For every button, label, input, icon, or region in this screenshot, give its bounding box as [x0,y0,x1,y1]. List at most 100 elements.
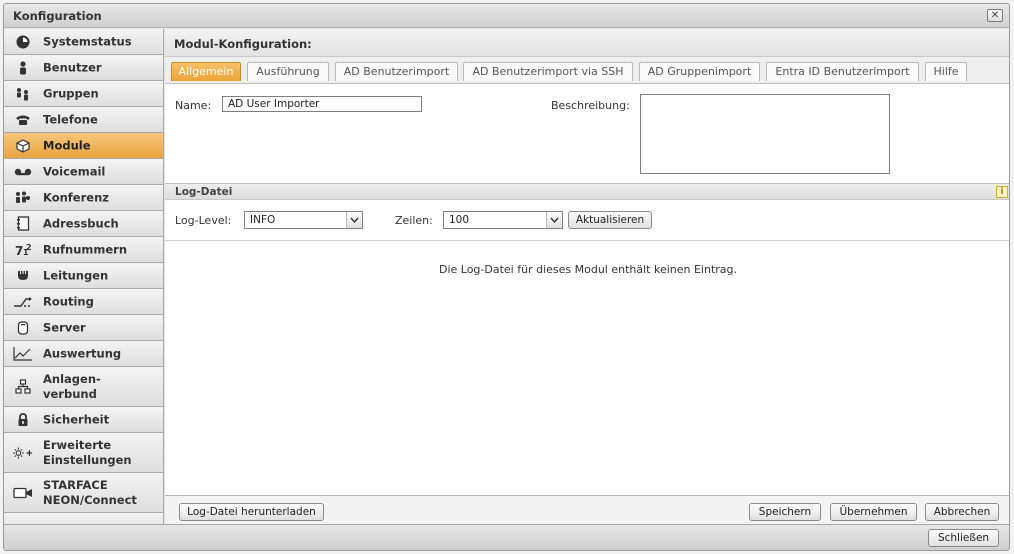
log-level-label: Log-Level: [175,214,232,227]
tab-ad-benutzerimport[interactable]: AD Benutzerimport [335,62,458,81]
lock-icon [13,412,33,428]
sidebar: Systemstatus Benutzer Gruppen Telefone M… [4,29,164,528]
sidebar-item-label-line1: Erweiterte [43,437,112,452]
window-title: Konfiguration [13,9,102,23]
sidebar-item-konferenz[interactable]: Konferenz [4,185,163,211]
cancel-button[interactable]: Abbrechen [925,503,999,521]
chevron-down-icon [346,212,362,228]
tab-allgemein[interactable]: Allgemein [171,62,241,81]
sidebar-item-label: Rufnummern [43,242,128,256]
sidebar-item-sicherheit[interactable]: Sicherheit [4,407,163,433]
tab-hilfe[interactable]: Hilfe [925,62,967,81]
sidebar-item-label: Server [43,320,86,334]
sidebar-item-label: Anlagen-verbund [43,372,101,402]
sidebar-item-systemstatus[interactable]: Systemstatus [4,29,163,55]
dashboard-icon [13,34,33,50]
lines-select[interactable]: 100 [443,211,563,229]
sidebar-item-label: Gruppen [43,86,99,100]
svg-text:2: 2 [26,243,32,252]
log-empty-message: Die Log-Datei für dieses Modul enthält k… [438,263,738,276]
log-level-value: INFO [250,214,276,226]
log-section-title: Log-Datei [175,186,233,198]
phone-icon [13,112,33,128]
tab-bar: Allgemein Ausführung AD Benutzerimport A… [165,57,1009,84]
sidebar-item-starface-neon[interactable]: STARFACE NEON/Connect [4,473,163,513]
sidebar-item-label-line1: Anlagen- [43,371,101,386]
sidebar-item-label: STARFACE NEON/Connect [43,478,137,508]
sidebar-item-label: Systemstatus [43,34,132,48]
description-label: Beschreibung: [551,99,630,112]
network-icon [13,379,33,395]
info-icon[interactable]: i [996,186,1008,198]
group-icon [13,86,33,102]
page-title: Modul-Konfiguration: [165,29,1009,57]
main-panel: Modul-Konfiguration: Allgemein Ausführun… [165,29,1009,524]
chevron-down-icon [546,212,562,228]
sidebar-item-label: Konferenz [43,190,109,204]
name-input[interactable]: AD User Importer [222,96,422,112]
apply-button[interactable]: Übernehmen [830,503,917,521]
log-section-header: Log-Datei i [165,183,1009,200]
settings-plus-icon [13,445,33,461]
routing-icon [13,294,33,310]
sidebar-item-benutzer[interactable]: Benutzer [4,55,163,81]
title-bar: Konfiguration ✕ [4,4,1009,28]
sidebar-item-erweiterte-einstellungen[interactable]: Erweiterte Einstellungen [4,433,163,473]
save-button[interactable]: Speichern [749,503,821,521]
sidebar-item-auswertung[interactable]: Auswertung [4,341,163,367]
window-close-button[interactable]: ✕ [987,9,1003,22]
tab-ad-gruppenimport[interactable]: AD Gruppenimport [639,62,760,81]
sidebar-item-label: Adressbuch [43,216,119,230]
sidebar-item-voicemail[interactable]: Voicemail [4,159,163,185]
sidebar-item-gruppen[interactable]: Gruppen [4,81,163,107]
sidebar-item-anlagenverbund[interactable]: Anlagen-verbund [4,367,163,407]
sidebar-item-label: Erweiterte Einstellungen [43,438,132,468]
sidebar-item-label: Leitungen [43,268,109,282]
config-window: Konfiguration ✕ Systemstatus Benutzer Gr… [3,3,1010,551]
sidebar-item-adressbuch[interactable]: Adressbuch [4,211,163,237]
sidebar-item-rufnummern[interactable]: 712 Rufnummern [4,237,163,263]
bottom-action-bar: Log-Datei herunterladen Speichern Überne… [165,495,1009,524]
sidebar-item-label-line2: verbund [43,386,97,401]
camera-icon [13,485,33,501]
close-button[interactable]: Schließen [928,529,999,547]
sidebar-item-label: Voicemail [43,164,106,178]
download-log-button[interactable]: Log-Datei herunterladen [179,503,324,521]
addressbook-icon [13,216,33,232]
window-footer: Schließen [4,524,1009,550]
sidebar-item-label-line1: STARFACE [43,477,108,492]
log-toolbar: Log-Level: INFO Zeilen: 100 Aktualisiere… [165,200,1009,241]
sidebar-item-label: Routing [43,294,94,308]
tab-ad-benutzerimport-ssh[interactable]: AD Benutzerimport via SSH [463,62,633,81]
sidebar-item-label: Sicherheit [43,412,110,426]
general-form: Name: AD User Importer Beschreibung: [165,84,1009,183]
sidebar-item-server[interactable]: Server [4,315,163,341]
sidebar-item-routing[interactable]: Routing [4,289,163,315]
user-icon [13,60,33,76]
lines-value: 100 [449,214,470,226]
chart-icon [13,346,33,362]
numbers-icon: 712 [13,242,33,258]
lines-label: Zeilen: [395,214,433,227]
conference-icon [13,190,33,206]
name-label: Name: [175,99,212,112]
description-input[interactable] [640,94,890,174]
sidebar-item-leitungen[interactable]: Leitungen [4,263,163,289]
sidebar-item-label-line2: NEON/Connect [43,492,137,507]
lines-icon [13,268,33,284]
log-content: Die Log-Datei für dieses Modul enthält k… [165,242,1009,495]
sidebar-item-label-line2: Einstellungen [43,452,132,467]
refresh-button[interactable]: Aktualisieren [568,211,652,229]
log-level-select[interactable]: INFO [244,211,363,229]
voicemail-icon [13,164,33,180]
tab-entra-id-benutzerimport[interactable]: Entra ID Benutzerimport [766,62,919,81]
server-icon [13,320,33,336]
sidebar-item-label: Auswertung [43,346,122,360]
sidebar-item-label: Benutzer [43,60,102,74]
module-icon [13,138,33,154]
sidebar-item-module[interactable]: Module [4,133,163,159]
sidebar-item-telefone[interactable]: Telefone [4,107,163,133]
sidebar-item-label: Telefone [43,112,98,126]
tab-ausfuehrung[interactable]: Ausführung [247,62,329,81]
sidebar-item-label: Module [43,138,91,152]
